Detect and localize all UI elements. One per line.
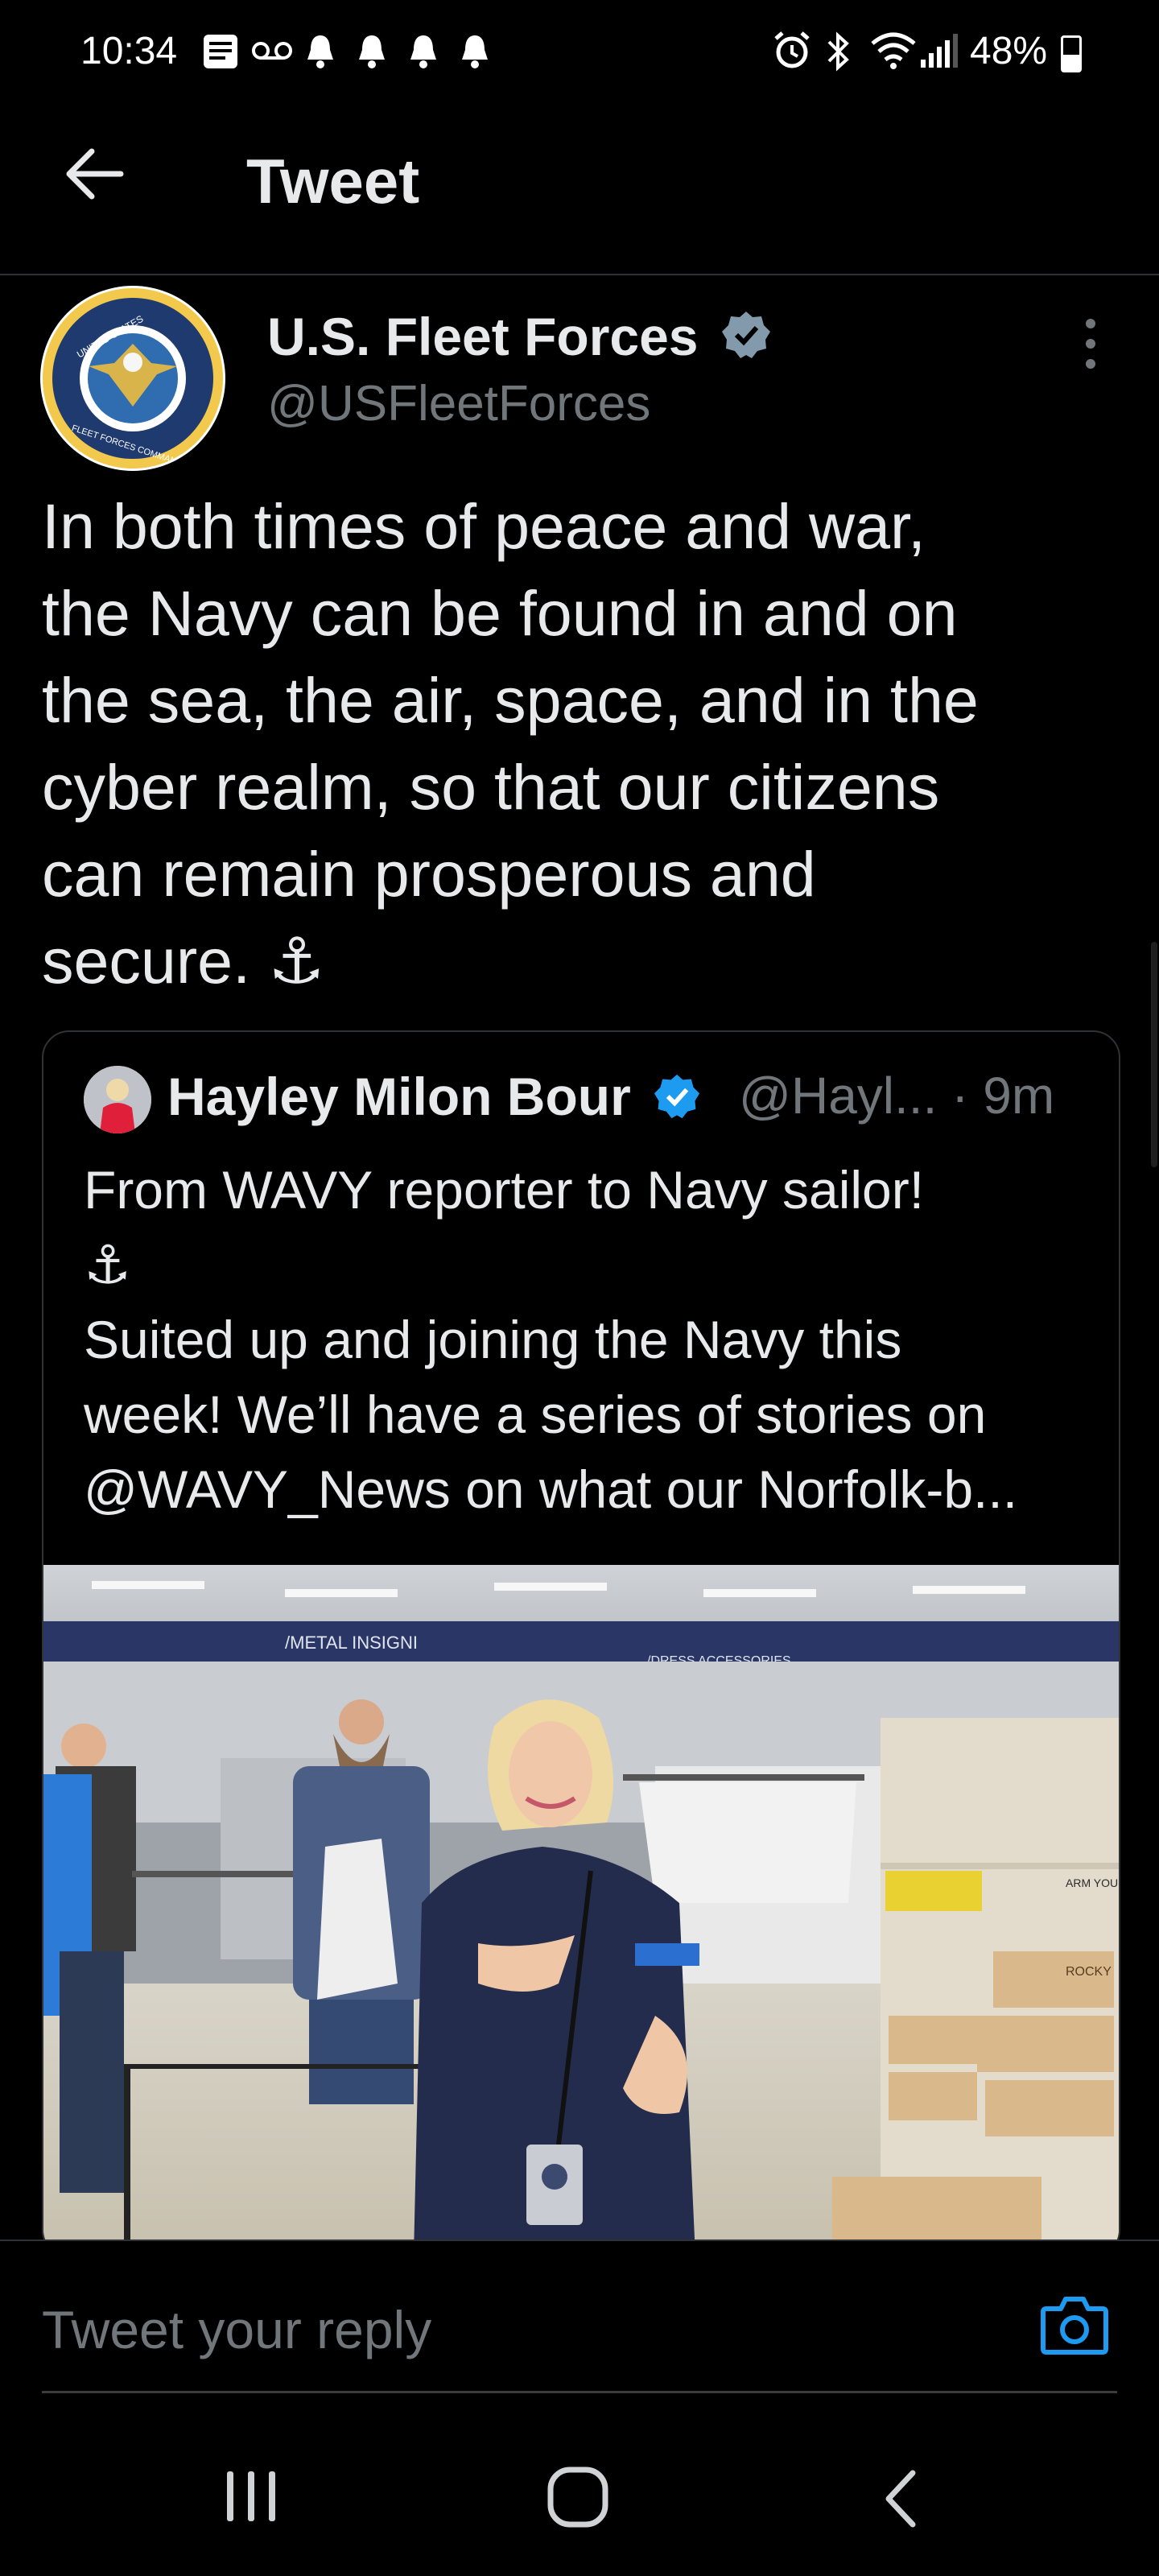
status-time: 10:34 — [80, 30, 178, 72]
tweet-line: can remain prosperous and — [42, 838, 816, 910]
home-icon[interactable] — [546, 2465, 610, 2529]
quote-author-name-text: Hayley Milon Bour — [167, 1067, 631, 1126]
photo-sign-arm: ARM YOUR FEET — [1066, 1876, 1119, 1889]
quote-photo[interactable]: /METAL INSIGNI /DRESS ACCESSORIES ARM YO… — [43, 1565, 1119, 2256]
quote-line: @WAVY_News on what our Norfolk-b... — [84, 1459, 1018, 1519]
quote-author-name: Hayley Milon Bour — [167, 1066, 700, 1127]
voicemail-icon — [252, 42, 292, 60]
scrollbar[interactable] — [1151, 942, 1157, 1167]
bell-icon — [359, 35, 385, 68]
tweet-line: secure. ⚓ — [42, 925, 325, 997]
quote-avatar-image — [84, 1066, 151, 1133]
back-arrow-icon[interactable] — [63, 142, 127, 206]
bell-icon — [410, 35, 436, 68]
quote-meta: @Hayl... · 9m — [739, 1067, 1055, 1125]
message-icon — [204, 35, 237, 68]
author-name-text: U.S. Fleet Forces — [267, 307, 699, 366]
bluetooth-icon — [827, 31, 849, 72]
recents-icon[interactable] — [224, 2468, 280, 2524]
camera-icon[interactable] — [1040, 2293, 1109, 2357]
signal-icon — [921, 34, 958, 68]
header — [0, 105, 1159, 275]
quote-line: From WAVY reporter to Navy sailor! — [84, 1160, 925, 1220]
quote-line: Suited up and joining the Navy this — [84, 1310, 902, 1369]
verified-badge-icon — [721, 312, 770, 358]
battery-percent: 48% — [970, 30, 1048, 72]
tweet-line: In both times of peace and war, — [42, 490, 926, 562]
quote-text: From WAVY reporter to Navy sailor! ⚓ Sui… — [84, 1153, 1090, 1527]
author-handle[interactable]: @USFleetForces — [267, 375, 650, 432]
avatar[interactable]: UNITED STATES FLEET FORCES COMMAND — [40, 286, 225, 471]
tweet-line: cyber realm, so that our citizens — [42, 751, 940, 823]
more-options-icon[interactable] — [1070, 316, 1111, 372]
reply-divider — [42, 2391, 1117, 2393]
fleet-forces-seal-icon: UNITED STATES FLEET FORCES COMMAND — [43, 288, 223, 469]
battery-icon — [1061, 35, 1082, 72]
wifi-icon — [871, 32, 916, 69]
author-name[interactable]: U.S. Fleet Forces — [267, 306, 771, 367]
quote-tweet-card[interactable]: Hayley Milon Bour @Hayl... · 9m From WAV… — [42, 1030, 1120, 2257]
photo-sign-metal: /METAL INSIGNI — [285, 1633, 418, 1653]
bell-icon — [462, 35, 488, 68]
tweet-text: In both times of peace and war, the Navy… — [42, 483, 1120, 1005]
bell-icon — [307, 35, 333, 68]
reply-input[interactable]: Tweet your reply — [42, 2299, 431, 2360]
alarm-icon — [774, 31, 810, 68]
quote-line: week! We’ll have a series of stories on — [84, 1385, 987, 1444]
page-title: Tweet — [246, 146, 420, 217]
back-icon[interactable] — [881, 2467, 921, 2531]
tweet-line: the sea, the air, space, and in the — [42, 664, 979, 736]
verified-badge-icon — [654, 1074, 700, 1119]
quote-line: ⚓ — [84, 1235, 132, 1294]
tweet-line: the Navy can be found in and on — [42, 577, 958, 649]
quote-avatar — [84, 1066, 151, 1133]
photo-sign-rocky: ROCKY — [1066, 1965, 1112, 1979]
status-bar: 10:34 48% — [0, 0, 1159, 105]
